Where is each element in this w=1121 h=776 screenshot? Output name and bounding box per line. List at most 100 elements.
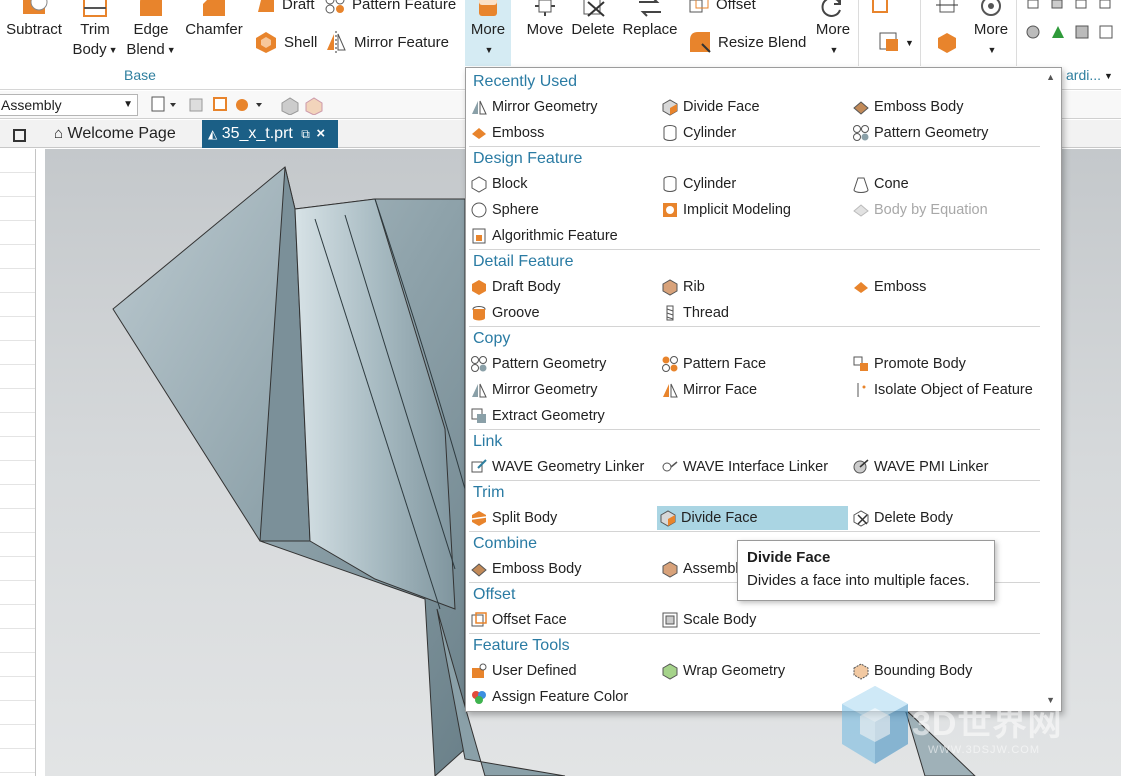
menu-item-cylinder-recent[interactable]: Cylinder — [659, 121, 736, 145]
tab-active-part[interactable]: ◭ 35_x_t.prt ⧉ × — [202, 120, 338, 148]
divide-face-icon — [662, 99, 678, 116]
section-trim: Trim — [473, 484, 505, 501]
move-button[interactable]: Move — [522, 0, 568, 40]
watermark-text: 3D世界网 — [912, 705, 1063, 743]
more-button-active[interactable]: More ▼ — [465, 0, 511, 66]
menu-item-implicit-modeling[interactable]: Implicit Modeling — [659, 198, 791, 222]
menu-item-divide-face-recent[interactable]: Divide Face — [659, 95, 760, 119]
assign-color-icon — [472, 691, 486, 704]
menu-item-body-by-equation: Body by Equation — [850, 198, 988, 222]
menu-item-cone[interactable]: Cone — [850, 172, 909, 196]
thread-icon — [666, 305, 674, 321]
emboss-body-icon — [853, 101, 869, 115]
move-icon — [535, 0, 555, 16]
menu-item-emboss-body-recent[interactable]: Emboss Body — [850, 95, 963, 119]
menu-item-emboss-body[interactable]: Emboss Body — [468, 557, 581, 581]
menu-item-scale-body[interactable]: Scale Body — [659, 608, 756, 632]
chevron-down-icon: ▼ — [123, 99, 133, 110]
snap-options-icon[interactable] — [212, 95, 270, 115]
delete-button[interactable]: Delete — [570, 0, 616, 40]
menu-item-divide-face[interactable]: Divide Face — [657, 506, 848, 530]
filter-icon[interactable] — [150, 95, 182, 115]
implicit-modeling-icon — [663, 203, 677, 217]
menu-item-bounding-body[interactable]: Bounding Body — [850, 659, 972, 683]
menu-item-pattern-geometry-recent[interactable]: Pattern Geometry — [850, 121, 988, 145]
menu-item-wave-geometry-linker[interactable]: WAVE Geometry Linker — [468, 455, 644, 479]
menu-item-offset-face[interactable]: Offset Face — [468, 608, 567, 632]
emboss-body-icon — [471, 563, 487, 577]
menu-item-isolate-object[interactable]: Isolate Object of Feature — [850, 378, 1033, 402]
pin-icon[interactable]: ⧉ — [301, 127, 310, 141]
menu-item-algorithmic-feature[interactable]: Algorithmic Feature — [468, 224, 618, 248]
edge-blend-button[interactable]: Edge Blend ▼ — [124, 0, 178, 60]
menu-item-wave-pmi-linker[interactable]: WAVE PMI Linker — [850, 455, 988, 479]
delete-body-icon — [853, 510, 869, 527]
menu-item-extract-geometry[interactable]: Extract Geometry — [468, 404, 605, 428]
more-button-assembly[interactable]: More ▼ — [968, 0, 1014, 60]
replace-button[interactable]: Replace — [620, 0, 680, 40]
replace-icon — [639, 0, 661, 17]
component-move-icon — [936, 0, 958, 13]
pattern-feature-button[interactable]: Pattern Feature — [324, 0, 456, 14]
subtract-button[interactable]: Subtract — [4, 0, 64, 40]
menu-item-block[interactable]: Block — [468, 172, 527, 196]
offset-face-icon — [471, 612, 487, 627]
draft-button[interactable]: Draft — [254, 0, 315, 14]
trim-body-button[interactable]: Trim Body ▼ — [70, 0, 120, 60]
ribbon-separator — [920, 0, 921, 66]
tab-welcome-page[interactable]: ⌂ Welcome Page — [46, 120, 184, 148]
emboss-icon — [472, 128, 486, 139]
offset-button[interactable]: Offset — [688, 0, 756, 14]
close-icon[interactable]: × — [316, 125, 325, 142]
menu-item-mirror-geometry-copy[interactable]: Mirror Geometry — [468, 378, 598, 402]
menu-item-assemble[interactable]: Assembl — [659, 557, 739, 581]
type-filter-select[interactable]: Assembly ▼ — [0, 94, 138, 116]
menu-item-draft-body[interactable]: Draft Body — [468, 275, 561, 299]
menu-item-user-defined[interactable]: User Defined — [468, 659, 577, 683]
menu-item-delete-body[interactable]: Delete Body — [850, 506, 953, 530]
part-navigator-pane[interactable] — [0, 149, 36, 776]
algorithmic-feature-icon — [472, 228, 486, 244]
menu-item-sphere[interactable]: Sphere — [468, 198, 539, 222]
pattern-face-icon — [662, 356, 678, 372]
menu-item-wave-interface-linker[interactable]: WAVE Interface Linker — [659, 455, 828, 479]
menu-item-pattern-geometry[interactable]: Pattern Geometry — [468, 352, 606, 376]
promote-body-icon — [853, 356, 868, 371]
menu-item-emboss-recent[interactable]: Emboss — [468, 121, 544, 145]
component-button-1[interactable] — [930, 0, 964, 16]
menu-item-mirror-geometry[interactable]: Mirror Geometry — [468, 95, 598, 119]
menu-item-pattern-face[interactable]: Pattern Face — [659, 352, 766, 376]
menu-item-emboss[interactable]: Emboss — [850, 275, 926, 299]
component-button-2[interactable] — [930, 30, 964, 54]
menu-item-mirror-face[interactable]: Mirror Face — [659, 378, 757, 402]
pattern-geometry-icon — [471, 356, 487, 372]
offset-icon — [689, 0, 709, 13]
menu-item-split-body[interactable]: Split Body — [468, 506, 557, 530]
menu-item-promote-body[interactable]: Promote Body — [850, 352, 966, 376]
menu-item-rib[interactable]: Rib — [659, 275, 705, 299]
select-icon[interactable] — [188, 95, 206, 115]
shell-button[interactable]: Shell — [254, 30, 317, 54]
shell-icon — [256, 32, 276, 53]
more-button-sync[interactable]: More ▼ — [810, 0, 856, 60]
section-combine: Combine — [473, 535, 538, 552]
assembly-button-1[interactable] — [866, 0, 896, 16]
section-divider — [469, 429, 1040, 430]
section-offset: Offset — [473, 586, 516, 603]
menu-item-thread[interactable]: Thread — [659, 301, 729, 325]
assemble-icon — [662, 561, 678, 578]
scroll-up-icon[interactable]: ▲ — [1046, 72, 1055, 82]
window-toggle-button[interactable] — [13, 129, 26, 142]
menu-item-assign-feature-color[interactable]: Assign Feature Color — [468, 685, 628, 709]
section-divider — [469, 249, 1040, 250]
chevron-down-icon: ▼ — [166, 45, 176, 56]
section-divider — [469, 326, 1040, 327]
menu-item-cylinder[interactable]: Cylinder — [659, 172, 736, 196]
menu-item-groove[interactable]: Groove — [468, 301, 540, 325]
view-options-icon[interactable] — [280, 95, 326, 115]
mirror-feature-button[interactable]: Mirror Feature — [324, 30, 449, 54]
menu-item-wrap-geometry[interactable]: Wrap Geometry — [659, 659, 785, 683]
chamfer-button[interactable]: Chamfer — [183, 0, 245, 40]
resize-blend-button[interactable]: Resize Blend — [688, 30, 806, 54]
gear-icon — [981, 0, 1001, 16]
